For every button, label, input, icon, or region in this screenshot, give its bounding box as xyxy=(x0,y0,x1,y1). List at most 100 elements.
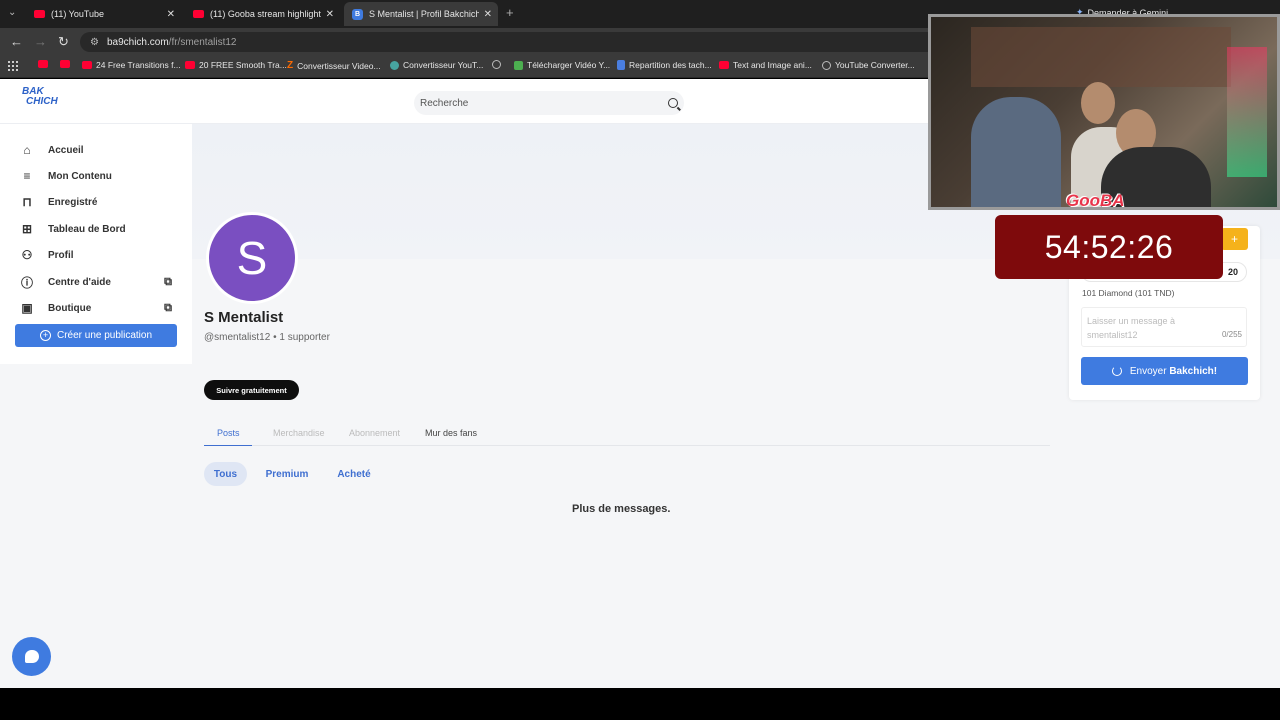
char-counter: 0/255 xyxy=(1221,330,1242,339)
profile-tabs: Posts Merchandise Abonnement Mur des fan… xyxy=(204,421,1050,446)
youtube-icon xyxy=(719,61,729,69)
bookmark-item[interactable] xyxy=(492,60,501,69)
profile-meta: @smentalist12 • 1 supporter xyxy=(204,332,330,343)
follow-free-button[interactable]: Suivre gratuitement xyxy=(204,380,299,400)
sidebar-item-profil[interactable]: ⚇ Profil xyxy=(20,248,180,262)
bookmark-item[interactable]: Text and Image ani... xyxy=(719,60,812,70)
tab-merchandise[interactable]: Merchandise xyxy=(273,428,325,438)
filter-premium[interactable]: Premium xyxy=(258,462,316,486)
avatar: S xyxy=(206,212,298,304)
create-post-button[interactable]: + Créer une publication xyxy=(15,324,177,347)
youtube-icon xyxy=(60,60,70,68)
bookmark-item[interactable]: Z Convertisseur Video... xyxy=(287,60,381,71)
bookmark-label: 24 Free Transitions f... xyxy=(96,60,181,70)
tab-list-icon[interactable]: ⌄ xyxy=(8,7,16,18)
info-icon: ⓘ xyxy=(20,275,33,290)
sidebar-item-centre-aide[interactable]: ⓘ Centre d'aide ⧉ xyxy=(20,275,180,290)
supporter-count: 1 supporter xyxy=(279,332,330,343)
search-input[interactable]: Recherche xyxy=(414,91,684,115)
bookmark-item[interactable] xyxy=(38,60,48,68)
chat-icon xyxy=(24,650,39,663)
message-placeholder: Laisser un message à xyxy=(1087,316,1176,326)
sidebar-item-boutique[interactable]: ▣ Boutique ⧉ xyxy=(20,301,180,315)
reload-icon[interactable]: ↻ xyxy=(58,34,69,50)
message-textarea[interactable]: Laisser un message à smentalist12 0/255 xyxy=(1081,307,1247,347)
bookmark-label: Text and Image ani... xyxy=(733,60,812,70)
bookmark-item[interactable] xyxy=(60,60,70,68)
active-tab-indicator xyxy=(204,445,252,446)
sidebar-item-enregistre[interactable]: ⊓ Enregistré xyxy=(20,195,180,209)
tab-mur-des-fans[interactable]: Mur des fans xyxy=(425,428,477,438)
apps-icon[interactable] xyxy=(8,61,18,71)
back-icon[interactable]: ← xyxy=(10,34,23,49)
tab-youtube[interactable]: (11) YouTube ✕ xyxy=(26,4,181,24)
sidebar-item-label: Tableau de Bord xyxy=(48,223,126,235)
tab-bakchich-profile[interactable]: B S Mentalist | Profil Bakchich | Ba ✕ xyxy=(344,2,498,26)
filter-tous[interactable]: Tous xyxy=(204,462,247,486)
sidebar-item-label: Accueil xyxy=(48,144,84,156)
bakchich-logo[interactable]: BAK CHICH xyxy=(22,87,58,107)
new-tab-icon[interactable]: + xyxy=(506,5,514,20)
send-bakchich-button[interactable]: Envoyer Bakchich! xyxy=(1081,357,1248,385)
logo-line: CHICH xyxy=(26,96,58,107)
bookmark-label: Télécharger Vidéo Y... xyxy=(527,60,611,70)
tab-abonnement[interactable]: Abonnement xyxy=(349,428,400,438)
bookmark-item[interactable]: Télécharger Vidéo Y... xyxy=(514,60,610,70)
search-icon[interactable] xyxy=(668,98,678,108)
search-placeholder: Recherche xyxy=(420,97,469,109)
globe-icon xyxy=(822,60,831,70)
bookmark-label: 20 FREE Smooth Tra... xyxy=(199,60,287,70)
sidebar-item-accueil[interactable]: ⌂ Accueil xyxy=(20,143,180,157)
docs-icon xyxy=(617,60,625,70)
close-icon[interactable]: ✕ xyxy=(326,9,334,20)
bookmark-item[interactable]: 24 Free Transitions f... xyxy=(82,60,181,70)
sidebar-item-label: Profil xyxy=(48,249,74,261)
bookmark-item[interactable]: Repartition des tach... xyxy=(617,60,712,70)
filter-achete[interactable]: Acheté xyxy=(328,462,380,486)
profile-name: S Mentalist xyxy=(204,309,284,326)
converter-icon xyxy=(390,60,399,70)
external-link-icon: ⧉ xyxy=(164,301,172,314)
webcam-person xyxy=(1081,82,1115,124)
chat-support-button[interactable] xyxy=(12,637,51,676)
list-icon: ≡ xyxy=(23,169,31,183)
tab-label: (11) YouTube xyxy=(51,9,105,19)
bookmark-item[interactable]: Convertisseur YouT... xyxy=(390,60,483,70)
stream-timer: 54:52:26 xyxy=(995,215,1223,279)
bookmark-label: Convertisseur Video... xyxy=(297,60,381,71)
forward-icon[interactable]: → xyxy=(34,34,47,49)
youtube-icon xyxy=(34,10,45,18)
bookmark-label: YouTube Converter... xyxy=(835,60,915,70)
sidebar-item-tableau-de-bord[interactable]: ⊞ Tableau de Bord xyxy=(20,222,180,236)
youtube-icon xyxy=(82,61,92,69)
bookmark-label: Convertisseur YouT... xyxy=(403,60,484,70)
site-info-icon[interactable]: ⚙ xyxy=(90,37,99,48)
webcam-person xyxy=(971,97,1061,207)
bookmark-label: Repartition des tach... xyxy=(629,60,712,70)
tab-gooba[interactable]: (11) Gooba stream highlight #9 ✕ xyxy=(185,4,340,24)
add-amount-button[interactable]: + xyxy=(1221,228,1248,250)
sidebar-item-mon-contenu[interactable]: ≡ Mon Contenu xyxy=(20,169,180,183)
z-icon: Z xyxy=(287,60,294,71)
address-bar[interactable]: ⚙ ba9chich.com/fr/smentalist12 xyxy=(80,32,940,52)
tab-label: (11) Gooba stream highlight #9 xyxy=(210,9,322,19)
youtube-icon xyxy=(193,10,204,18)
diamond-conversion: 101 Diamond (101 TND) xyxy=(1082,288,1175,298)
bookmark-item[interactable]: 20 FREE Smooth Tra... xyxy=(185,60,287,70)
shop-icon: ▣ xyxy=(21,301,33,315)
avatar-letter: S xyxy=(236,232,268,284)
tab-posts[interactable]: Posts xyxy=(217,428,240,438)
close-icon[interactable]: ✕ xyxy=(167,9,175,20)
sidebar-item-label: Enregistré xyxy=(48,196,98,208)
bookmark-item[interactable]: YouTube Converter... xyxy=(822,60,915,70)
url-path: /fr/smentalist12 xyxy=(168,36,237,48)
webcam-light xyxy=(1227,47,1267,177)
create-post-label: Créer une publication xyxy=(56,330,153,341)
add-circle-icon: + xyxy=(39,330,51,341)
close-icon[interactable]: ✕ xyxy=(484,9,492,20)
youtube-icon xyxy=(185,61,195,69)
sidebar: ⌂ Accueil ≡ Mon Contenu ⊓ Enregistré ⊞ Table… xyxy=(0,124,192,364)
url-domain: ba9chich.com xyxy=(106,36,169,48)
bakchich-favicon-icon: B xyxy=(352,8,363,20)
sidebar-item-label: Centre d'aide xyxy=(48,276,111,288)
